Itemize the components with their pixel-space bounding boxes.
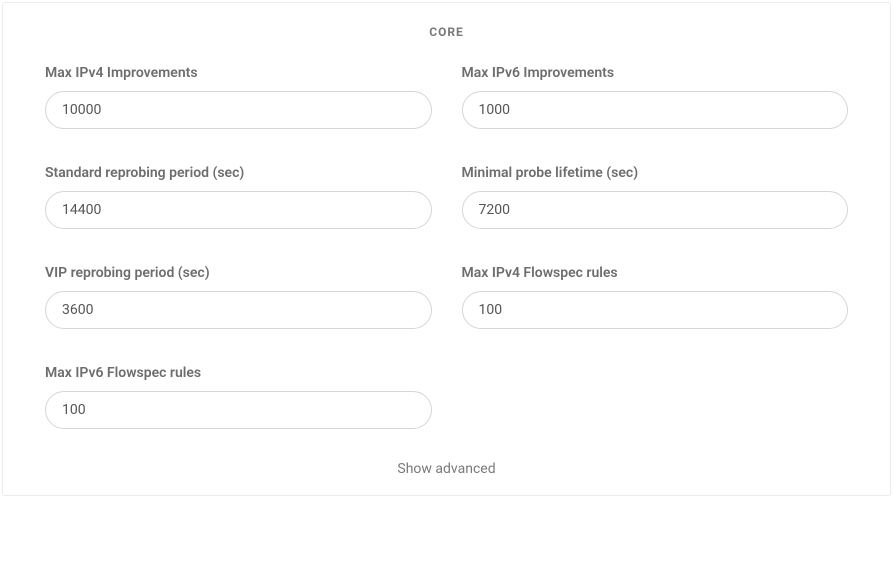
field-std-reprobing-period: Standard reprobing period (sec) bbox=[45, 165, 432, 229]
label-max-ipv6-improvements: Max IPv6 Improvements bbox=[462, 65, 849, 81]
input-max-ipv4-flowspec-rules[interactable] bbox=[462, 291, 849, 329]
label-std-reprobing-period: Standard reprobing period (sec) bbox=[45, 165, 432, 181]
input-max-ipv6-flowspec-rules[interactable] bbox=[45, 391, 432, 429]
field-min-probe-lifetime: Minimal probe lifetime (sec) bbox=[462, 165, 849, 229]
input-min-probe-lifetime[interactable] bbox=[462, 191, 849, 229]
input-std-reprobing-period[interactable] bbox=[45, 191, 432, 229]
section-title: CORE bbox=[3, 3, 890, 51]
label-vip-reprobing-period: VIP reprobing period (sec) bbox=[45, 265, 432, 281]
input-vip-reprobing-period[interactable] bbox=[45, 291, 432, 329]
input-max-ipv4-improvements[interactable] bbox=[45, 91, 432, 129]
label-min-probe-lifetime: Minimal probe lifetime (sec) bbox=[462, 165, 849, 181]
label-max-ipv4-flowspec-rules: Max IPv4 Flowspec rules bbox=[462, 265, 849, 281]
label-max-ipv6-flowspec-rules: Max IPv6 Flowspec rules bbox=[45, 365, 432, 381]
field-max-ipv6-improvements: Max IPv6 Improvements bbox=[462, 65, 849, 129]
field-max-ipv6-flowspec-rules: Max IPv6 Flowspec rules bbox=[45, 365, 432, 429]
show-advanced-link[interactable]: Show advanced bbox=[3, 455, 890, 477]
field-max-ipv4-flowspec-rules: Max IPv4 Flowspec rules bbox=[462, 265, 849, 329]
field-max-ipv4-improvements: Max IPv4 Improvements bbox=[45, 65, 432, 129]
field-vip-reprobing-period: VIP reprobing period (sec) bbox=[45, 265, 432, 329]
input-max-ipv6-improvements[interactable] bbox=[462, 91, 849, 129]
label-max-ipv4-improvements: Max IPv4 Improvements bbox=[45, 65, 432, 81]
form-grid: Max IPv4 Improvements Max IPv6 Improveme… bbox=[3, 51, 890, 455]
core-settings-panel: CORE Max IPv4 Improvements Max IPv6 Impr… bbox=[2, 2, 891, 496]
